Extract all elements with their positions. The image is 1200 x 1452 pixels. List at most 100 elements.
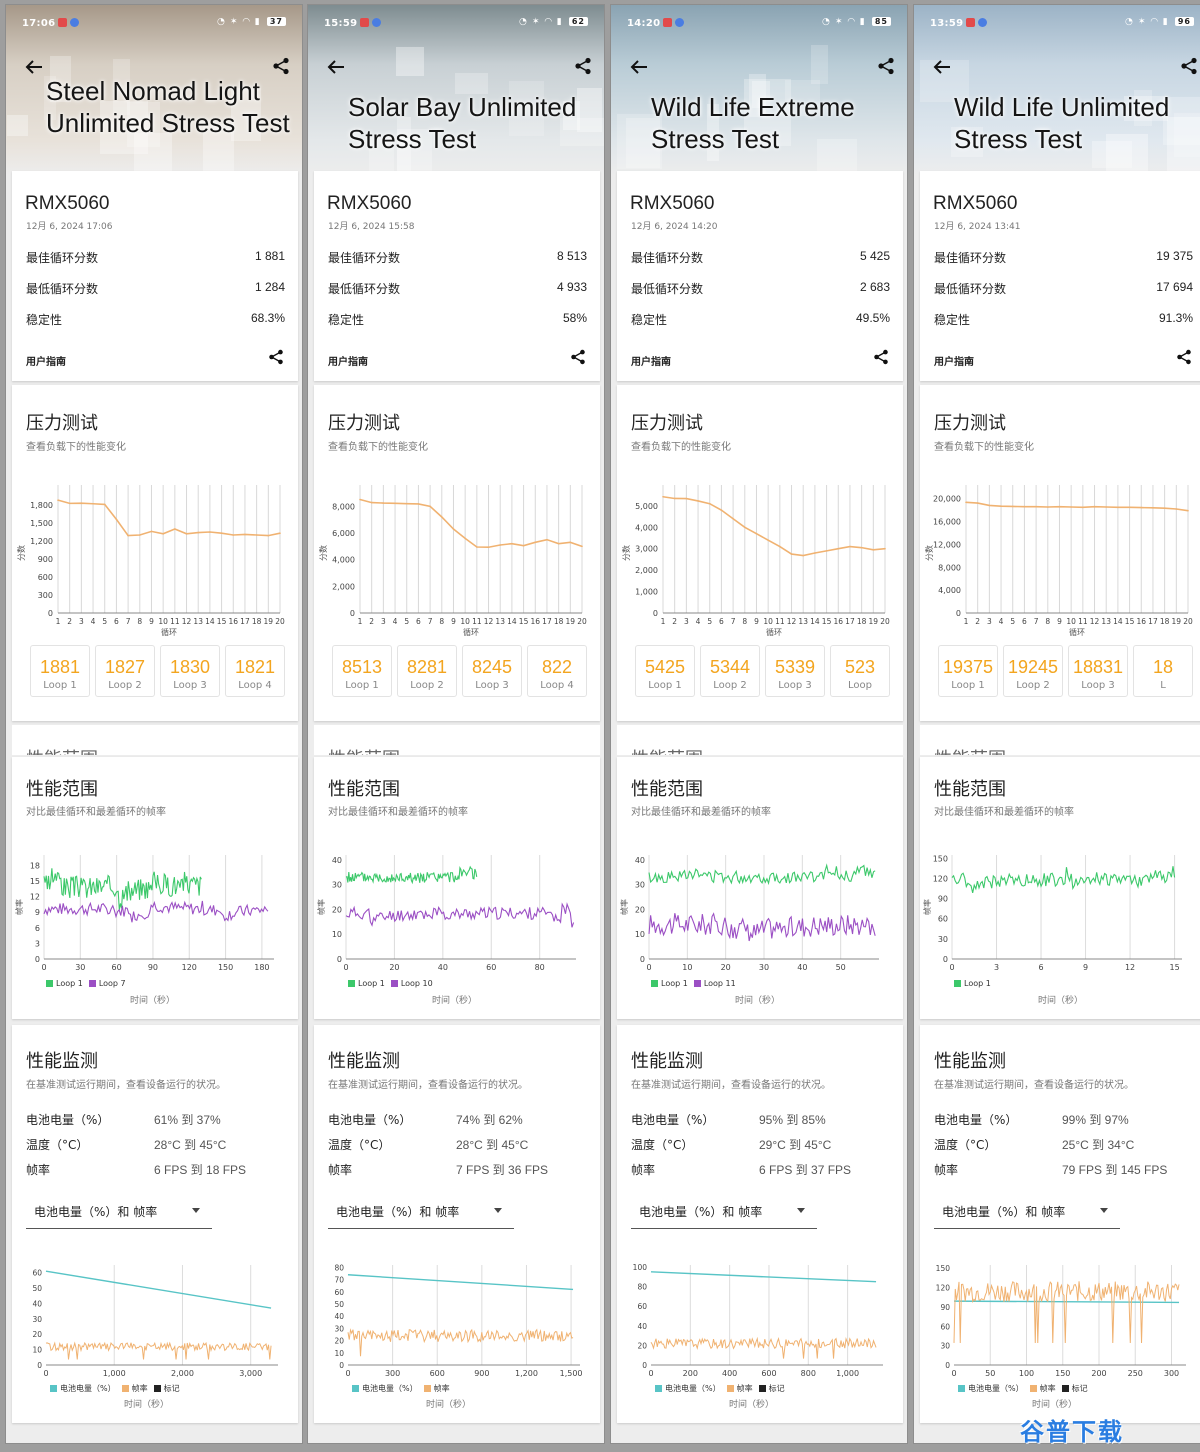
user-guide-link[interactable]: 用户指南	[631, 353, 671, 368]
guide-share-icon[interactable]	[570, 349, 586, 365]
guide-share-icon[interactable]	[873, 349, 889, 365]
monitor-x-tick: 600	[761, 1369, 776, 1378]
loop-tile[interactable]: 1881 Loop 1	[30, 645, 90, 697]
back-arrow-icon[interactable]	[24, 59, 44, 75]
loop-label: Loop 1	[345, 680, 379, 691]
loop-tile[interactable]: 18831 Loop 3	[1068, 645, 1128, 697]
stress-y-label: 分数	[621, 545, 631, 561]
device-name: RMX5060	[25, 193, 110, 214]
share-icon[interactable]	[1180, 57, 1198, 75]
stress-x-tick: 18	[252, 617, 262, 626]
stress-point	[267, 534, 270, 537]
loop-score: 19375	[942, 657, 994, 677]
guide-share-icon[interactable]	[1176, 349, 1192, 365]
status-icons: ◔ ✶ ◠ ▮ 85	[822, 17, 891, 27]
stress-point	[1011, 505, 1014, 508]
loop-tile[interactable]: 8245 Loop 3	[462, 645, 522, 697]
user-guide-link[interactable]: 用户指南	[26, 353, 66, 368]
stress-point	[743, 526, 746, 529]
monitor-x-tick: 0	[648, 1369, 653, 1378]
back-arrow-icon[interactable]	[629, 59, 649, 75]
back-arrow-icon[interactable]	[932, 59, 952, 75]
user-guide-link[interactable]: 用户指南	[328, 353, 368, 368]
loop-score-list[interactable]: 8513 Loop 1 8281 Loop 2 8245 Loop 3 822 Loop 4	[332, 645, 600, 701]
loop-tile[interactable]: 8513 Loop 1	[332, 645, 392, 697]
monitor-legend: 电池电量（%） 帧率	[352, 1383, 456, 1394]
loop-score: 5339	[774, 657, 816, 677]
range-y-tick: 18	[30, 861, 40, 870]
monitor-y-tick: 10	[334, 1349, 344, 1358]
range-title: 性能范围	[631, 779, 703, 800]
loop-score-list[interactable]: 1881 Loop 1 1827 Loop 2 1830 Loop 3 1821 Loop 4	[30, 645, 298, 701]
legend-item: 帧率	[726, 1384, 753, 1393]
result-summary-card: RMX5060 12月 6, 2024 14:20 最佳循环分数 5 425 最低循环分…	[617, 171, 903, 381]
loop-score: 18831	[1072, 657, 1124, 677]
legend-swatch	[758, 1385, 766, 1392]
monitor-y-tick: 20	[637, 1341, 647, 1350]
range-y-tick: 3	[35, 939, 40, 948]
stress-point	[976, 502, 979, 504]
metric-select[interactable]: 电池电量（%）和 帧率	[328, 1193, 514, 1229]
legend-item: Loop 11	[693, 979, 736, 988]
metric-select[interactable]: 电池电量（%）和 帧率	[934, 1193, 1120, 1229]
metric-select[interactable]: 电池电量（%）和 帧率	[631, 1193, 817, 1229]
loop-tile[interactable]: 8281 Loop 2	[397, 645, 457, 697]
stress-point	[359, 498, 361, 501]
loop-label: Loop 4	[540, 680, 574, 691]
stress-point	[708, 502, 711, 505]
stress-x-tick: 3	[79, 617, 84, 626]
loop-tile[interactable]: 523 Loop	[830, 645, 890, 697]
loop-tile[interactable]: 19375 Loop 1	[938, 645, 998, 697]
stress-point	[965, 501, 967, 504]
monitor-y-tick: 50	[32, 1284, 42, 1293]
range-x-tick: 40	[797, 963, 807, 972]
loop-tile[interactable]: 822 Loop 4	[527, 645, 587, 697]
loop-tile[interactable]: 19245 Loop 2	[1003, 645, 1063, 697]
stress-x-tick: 10	[158, 617, 168, 626]
stress-point	[440, 516, 443, 518]
loop-score-list[interactable]: 19375 Loop 1 19245 Loop 2 18831 Loop 3 18 L	[938, 645, 1200, 701]
monitor-y-tick: 0	[37, 1361, 42, 1370]
user-guide-link[interactable]: 用户指南	[934, 353, 974, 368]
range-x-tick: 0	[343, 963, 348, 972]
share-icon[interactable]	[877, 57, 895, 75]
monitor-value-temp: 28°C 到 45°C	[456, 1138, 529, 1152]
stress-x-tick: 13	[193, 617, 203, 626]
monitor-x-tick: 1,200	[515, 1369, 538, 1378]
loop-tile[interactable]: 5425 Loop 1	[635, 645, 695, 697]
monitor-label-temp: 温度（°C）	[934, 1138, 997, 1152]
stress-x-tick: 2	[67, 617, 72, 626]
guide-share-icon[interactable]	[268, 349, 284, 365]
overlap-strip: 性能范围	[12, 725, 298, 755]
loop-tile[interactable]: 1821 Loop 4	[225, 645, 285, 697]
stress-point	[732, 517, 734, 520]
loop-tile[interactable]: 5339 Loop 3	[765, 645, 825, 697]
range-series-line	[951, 866, 1176, 894]
metric-select[interactable]: 电池电量（%）和 帧率	[26, 1193, 212, 1229]
loop-tile[interactable]: 1830 Loop 3	[160, 645, 220, 697]
stress-y-tick: 0	[48, 609, 53, 618]
back-arrow-icon[interactable]	[326, 59, 346, 75]
share-icon[interactable]	[574, 57, 592, 75]
monitor-title: 性能监测	[631, 1051, 703, 1072]
battery-icon: 37	[266, 17, 286, 26]
summary-value-worst: 4 933	[556, 280, 587, 294]
loop-tile[interactable]: 5344 Loop 2	[700, 645, 760, 697]
share-icon[interactable]	[272, 57, 290, 75]
stress-point	[569, 541, 572, 544]
monitor-y-tick: 50	[334, 1300, 344, 1309]
legend-item: 电池电量（%）	[352, 1384, 418, 1393]
stress-x-tick: 6	[416, 617, 421, 626]
stress-point	[405, 502, 408, 505]
range-series-line	[648, 912, 876, 942]
loop-tile[interactable]: 18 L	[1133, 645, 1193, 697]
loop-score-list[interactable]: 5425 Loop 1 5344 Loop 2 5339 Loop 3 523 Loop	[635, 645, 903, 701]
summary-value-worst: 2 683	[859, 280, 890, 294]
overlap-strip: 性能范围	[617, 725, 903, 755]
range-series-line	[43, 900, 269, 923]
loop-tile[interactable]: 1827 Loop 2	[95, 645, 155, 697]
stress-y-tick: 4,000	[332, 556, 355, 565]
stress-x-tick: 19	[1172, 617, 1182, 626]
legend-item: 标记	[1061, 1384, 1088, 1393]
performance-monitor-card: 性能监测 在基准测试运行期间，查看设备运行的状况。 电池电量（%） 74% 到 62%…	[314, 1025, 600, 1423]
